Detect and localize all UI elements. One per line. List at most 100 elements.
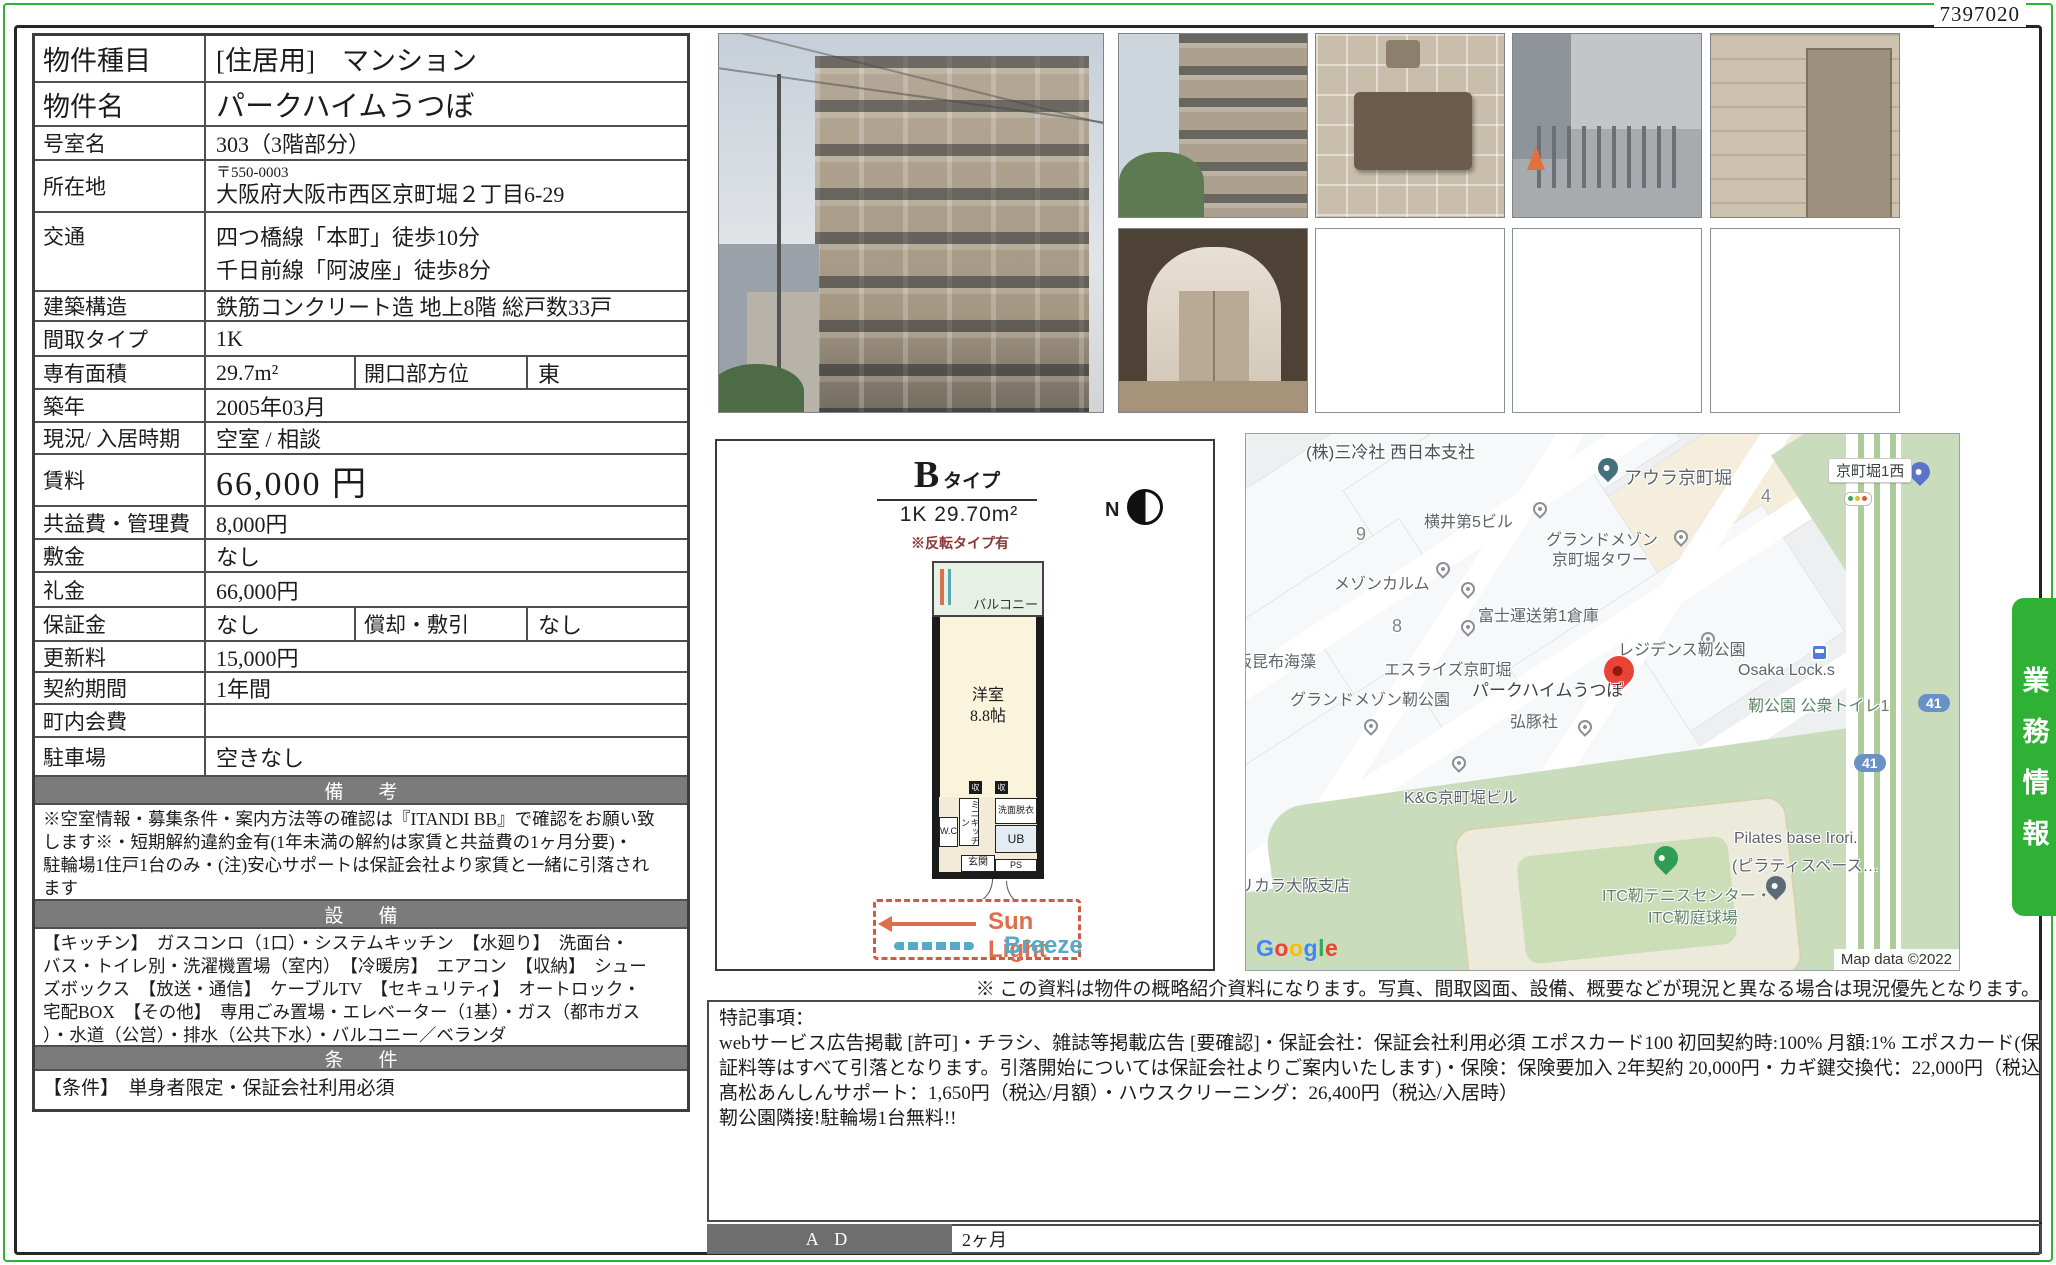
- town-fee-value: [206, 705, 687, 736]
- main-room: 洋室 8.8帖: [932, 617, 1044, 797]
- special-notes-line: 髙松あんしんサポート：1,650円（税込/月額）・ハウスクリーニング：26,40…: [719, 1081, 2030, 1106]
- map-label: (株)三冷社 西日本支社: [1306, 438, 1475, 463]
- traffic-light-icon: [1844, 492, 1872, 506]
- map-label: Osaka Lock.s: [1738, 662, 1835, 680]
- floorplan-type-letter: B: [914, 454, 939, 496]
- remarks-line: ます: [43, 877, 679, 899]
- table-row: 契約期間 1年間: [35, 671, 687, 703]
- table-row: 物件名 パークハイムうつぼ: [35, 81, 687, 125]
- row-label: 敷金: [35, 540, 206, 571]
- entrance-cell: 玄関: [961, 855, 995, 872]
- parking-value: 空きなし: [206, 738, 687, 775]
- rent-value: 66,000 円: [206, 455, 687, 505]
- property-table: 物件種目 [住居用] マンション 物件名 パークハイムうつぼ 号室名 303（3…: [32, 33, 690, 1112]
- balcony-area: バルコニー: [932, 561, 1044, 617]
- row-label: 更新料: [35, 642, 206, 671]
- map-label: ITC靭テニスセンター・: [1602, 882, 1772, 906]
- map-label: K&G京町堀ビル: [1404, 784, 1518, 808]
- row-label: 現況/ 入居時期: [35, 423, 206, 453]
- photo-bicycle-parking: [1512, 33, 1702, 218]
- document-number: 7397020: [1934, 2, 2027, 27]
- washroom-cell: 洗面脱衣: [995, 798, 1037, 824]
- map-label: 横井第5ビル: [1424, 508, 1513, 532]
- map-label: (ピラティスペース…: [1732, 852, 1878, 876]
- floorplan-drawing: バルコニー 洋室 8.8帖 収 収 ミニキッチン W.C 洗面脱衣 UB PS …: [932, 561, 1044, 879]
- guarantee-value: なし: [206, 608, 354, 640]
- closet-cell: 収: [969, 781, 982, 794]
- table-row: 所在地 〒550-0003 大阪府大阪市西区京町堀２丁目6-29: [35, 159, 687, 211]
- road-median: [1890, 434, 1896, 971]
- table-row: 更新料 15,000円: [35, 640, 687, 671]
- table-row: 駐車場 空きなし: [35, 736, 687, 775]
- address-value: 〒550-0003 大阪府大阪市西区京町堀２丁目6-29: [206, 161, 687, 211]
- row-label: 駐車場: [35, 738, 206, 775]
- photo-building-side: [1118, 33, 1308, 218]
- table-row: 建築構造 鉄筋コンクリート造 地上8階 総戸数33戸: [35, 290, 687, 320]
- equipment-line: 宅配BOX 【その他】 専用ごみ置場・エレベーター（1基）・ガス（都市ガス: [43, 1001, 679, 1024]
- ad-value: 2ヶ月: [952, 1224, 2042, 1254]
- table-row: 現況/ 入居時期 空室 / 相談: [35, 421, 687, 453]
- ad-row: A D 2ヶ月: [707, 1224, 2042, 1254]
- key-money-value: 66,000円: [206, 573, 687, 606]
- table-row: 物件種目 [住居用] マンション: [35, 36, 687, 81]
- structure-value: 鉄筋コンクリート造 地上8階 総戸数33戸: [206, 292, 687, 320]
- closet-cell: 収: [995, 781, 1008, 794]
- room-name: 洋室: [972, 686, 1004, 707]
- floorplan-spec: 1K 29.70m²: [869, 503, 1049, 527]
- special-notes-line: 証料等はすべて引落となります。引落開始については保証会社よりご案内いたします)・…: [719, 1056, 2030, 1081]
- table-row: 専有面積 29.7m² 開口部方位 東: [35, 355, 687, 388]
- table-row: 保証金 なし 償却・敷引 なし: [35, 606, 687, 640]
- kitchen-cell: ミニキッチン: [959, 798, 979, 846]
- floorplan-flip-note: ※反転タイプ有: [875, 533, 1045, 553]
- property-flyer: 7397020 物件種目 [住居用] マンション 物件名 パークハイムうつぼ 号…: [0, 0, 2056, 1265]
- breeze-mark-icon: [948, 569, 951, 605]
- table-row: 賃料 66,000 円: [35, 453, 687, 505]
- equipment-line: ）・水道（公営）・排水（公共下水）・バルコニー／ベランダ: [43, 1024, 679, 1045]
- address-text: 大阪府大阪市西区京町堀２丁目6-29: [216, 182, 564, 207]
- special-notes-line: 靭公園隣接!駐輪場1台無料!!: [719, 1106, 2030, 1131]
- renewal-fee-value: 15,000円: [206, 642, 687, 671]
- special-notes-box: 特記事項： webサービス広告掲載 [許可]・チラシ、雑誌等掲載広告 [要確認]…: [707, 1000, 2042, 1222]
- row-label: 間取タイプ: [35, 322, 206, 355]
- floorplan-type-suffix: タイプ: [943, 471, 1000, 492]
- row-label: 賃料: [35, 455, 206, 505]
- photo-building-exterior: [718, 33, 1104, 413]
- route-badge: 41: [1918, 694, 1950, 712]
- map-attribution: Map data ©2022: [1834, 949, 1959, 970]
- equipment-header: 設 備: [35, 899, 687, 927]
- table-row: 敷金 なし: [35, 538, 687, 571]
- table-row: 礼金 66,000円: [35, 571, 687, 606]
- map-label-badge: 京町堀1西: [1828, 458, 1912, 483]
- map-label: メゾンカルム: [1334, 570, 1430, 594]
- row-label: 償却・敷引: [354, 608, 528, 640]
- remarks-line: します※・短期解約違約金有(1年未満の解約は家賃と共益費の1ヶ月分要)・: [43, 831, 679, 854]
- wc-cell: W.C: [939, 817, 958, 847]
- compass-icon: [1127, 489, 1163, 525]
- row-label: 保証金: [35, 608, 206, 640]
- equipment-line: ズボックス 【放送・通信】 ケーブルTV 【セキュリティ】 オートロック・: [43, 978, 679, 1001]
- map-label: 弘豚社: [1510, 708, 1558, 732]
- table-row: 築年 2005年03月: [35, 388, 687, 421]
- photo-entrance-sign: [1315, 33, 1505, 218]
- map-label: 4: [1761, 486, 1771, 507]
- remarks-text: ※空室情報・募集条件・案内方法等の確認は『ITANDI BB』で確認をお願い致 …: [35, 803, 687, 899]
- ub-cell: UB: [995, 825, 1037, 853]
- area-value: 29.7m²: [206, 357, 354, 388]
- layout-value: 1K: [206, 322, 687, 355]
- maintenance-value: 8,000円: [206, 507, 687, 538]
- deposit-value: なし: [206, 540, 687, 571]
- table-row: 間取タイプ 1K: [35, 320, 687, 355]
- access-line2: 千日前線「阿波座」徒歩8分: [216, 254, 491, 287]
- location-map: (株)三冷社 西日本支社 アウラ京町堀 京町堀1西 4 9 横井第5ビル グラン…: [1245, 433, 1960, 971]
- lower-section: 収 収 ミニキッチン W.C 洗面脱衣 UB PS 玄関: [932, 797, 1044, 879]
- north-label: N: [1105, 499, 1119, 522]
- photo-placeholder-empty: [1315, 228, 1505, 413]
- map-label: 阪昆布海藻: [1245, 648, 1316, 672]
- route-badge: 41: [1854, 754, 1886, 772]
- sun-mark-icon: [940, 569, 944, 605]
- row-label: 築年: [35, 390, 206, 421]
- map-label: 9: [1356, 524, 1366, 545]
- property-type-value: [住居用] マンション: [206, 36, 687, 81]
- row-label: 礼金: [35, 573, 206, 606]
- table-row: 共益費・管理費 8,000円: [35, 505, 687, 538]
